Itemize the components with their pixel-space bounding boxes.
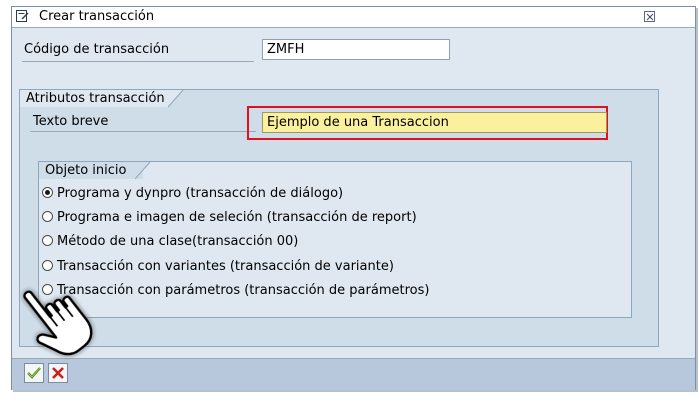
transaction-code-label: Código de transacción	[24, 42, 170, 57]
create-transaction-dialog: Crear transacción Código de transacción …	[11, 6, 696, 390]
radio-oo-transaction[interactable]: Método de una clase(transacción 00)	[42, 232, 298, 252]
transaction-code-input[interactable]: ZMFH	[262, 39, 450, 60]
hand-pointer-icon	[18, 272, 108, 371]
radio-button[interactable]	[42, 211, 53, 222]
divider	[22, 61, 254, 62]
radio-label: Método de una clase(transacción 00)	[57, 234, 299, 249]
short-text-label: Texto breve	[33, 114, 109, 129]
start-object-group-title: Objeto inicio	[39, 162, 143, 179]
radio-label: Programa e imagen de seleción (transacci…	[57, 210, 417, 225]
attributes-group: Atributos transacción Texto breve Ejempl…	[19, 89, 659, 347]
dialog-footer	[12, 358, 695, 390]
close-icon[interactable]	[644, 11, 655, 22]
short-text-input[interactable]: Ejemplo de una Transaccion	[262, 112, 607, 133]
radio-button[interactable]	[42, 260, 53, 271]
create-document-icon	[16, 10, 29, 22]
dialog-title: Crear transacción	[39, 9, 155, 24]
radio-label: Transacción con parámetros (transacción …	[57, 283, 430, 298]
radio-report-transaction[interactable]: Programa e imagen de seleción (transacci…	[42, 208, 417, 228]
attributes-group-title: Atributos transacción	[20, 90, 168, 107]
radio-dialog-transaction[interactable]: Programa y dynpro (transacción de diálog…	[42, 184, 343, 204]
radio-button[interactable]	[42, 187, 53, 198]
radio-label: Programa y dynpro (transacción de diálog…	[57, 186, 344, 201]
radio-button[interactable]	[42, 235, 53, 246]
divider	[30, 131, 256, 132]
dialog-titlebar: Crear transacción	[12, 7, 695, 28]
start-object-group: Objeto inicio Programa y dynpro (transac…	[38, 161, 632, 318]
